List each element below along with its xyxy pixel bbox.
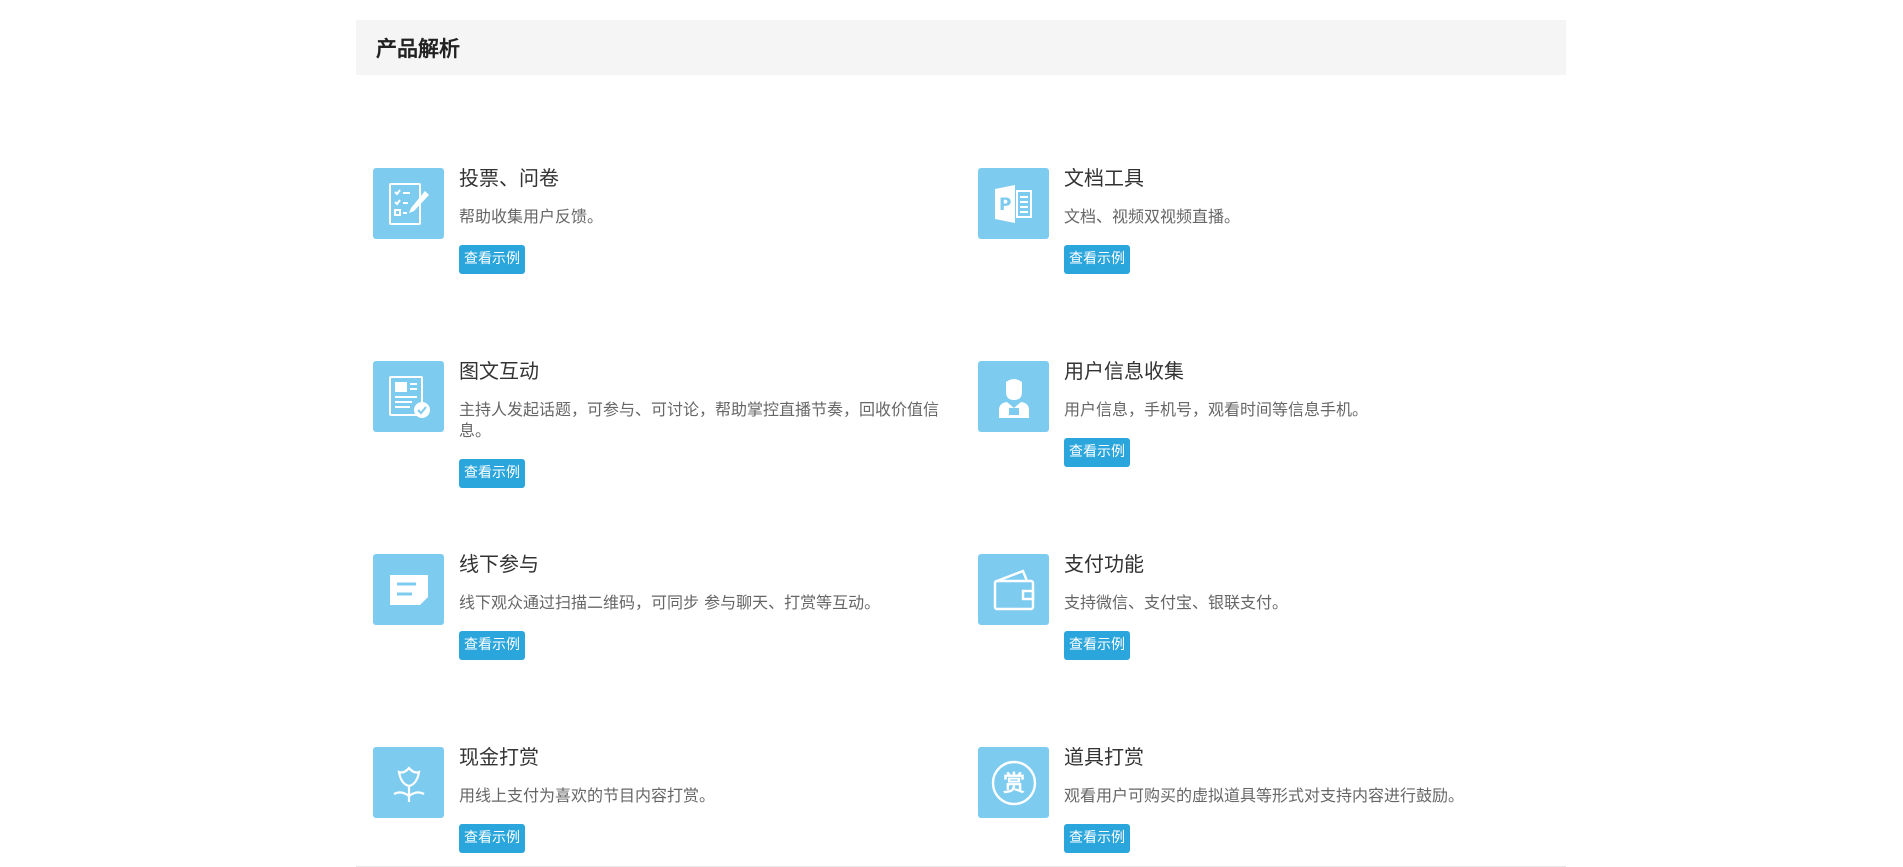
view-example-button[interactable]: 查看示例: [459, 824, 525, 853]
section-title: 产品解析: [376, 36, 460, 61]
feature-desc: 观看用户可购买的虚拟道具等形式对支持内容进行鼓励。: [1064, 786, 1465, 805]
feature-desc: 帮助收集用户反馈。: [459, 207, 604, 226]
feature-desc: 用户信息，手机号，观看时间等信息手机。: [1064, 400, 1369, 419]
document-icon: P: [978, 168, 1049, 239]
view-example-button[interactable]: 查看示例: [1064, 824, 1130, 853]
svg-text:赏: 赏: [1002, 772, 1024, 797]
flower-icon: [373, 747, 444, 818]
feature-desc: 主持人发起话题，可参与、可讨论，帮助掌控直播节奏，回收价值信息。: [459, 400, 940, 440]
svg-text:P: P: [999, 195, 1011, 215]
feature-desc: 用线上支付为喜欢的节目内容打赏。: [459, 786, 716, 805]
feature-desc: 线下观众通过扫描二维码，可同步 参与聊天、打赏等互动。: [459, 593, 881, 612]
feature-title: 线下参与: [459, 552, 539, 576]
feature-title: 文档工具: [1064, 166, 1144, 190]
section-header: 产品解析: [356, 20, 1566, 75]
feature-title: 用户信息收集: [1064, 359, 1184, 383]
feature-title: 支付功能: [1064, 552, 1144, 576]
image-text-icon: [373, 361, 444, 432]
survey-icon: [373, 168, 444, 239]
view-example-button[interactable]: 查看示例: [459, 459, 525, 488]
product-section: 产品解析 投票、问卷 帮助收集用户反馈。 查看示例 P 文档工具 文档、视频双视…: [356, 20, 1566, 855]
feature-title: 投票、问卷: [459, 166, 559, 190]
feature-title: 图文互动: [459, 359, 539, 383]
reward-icon: 赏: [978, 747, 1049, 818]
ticket-icon: [373, 554, 444, 625]
user-icon: [978, 361, 1049, 432]
feature-desc: 支持微信、支付宝、银联支付。: [1064, 593, 1289, 612]
feature-title: 现金打赏: [459, 745, 539, 769]
feature-desc: 文档、视频双视频直播。: [1064, 207, 1241, 226]
view-example-button[interactable]: 查看示例: [459, 631, 525, 660]
feature-grid: 投票、问卷 帮助收集用户反馈。 查看示例 P 文档工具 文档、视频双视频直播。 …: [356, 75, 1566, 855]
feature-title: 道具打赏: [1064, 745, 1144, 769]
view-example-button[interactable]: 查看示例: [1064, 438, 1130, 467]
wallet-icon: [978, 554, 1049, 625]
view-example-button[interactable]: 查看示例: [1064, 631, 1130, 660]
view-example-button[interactable]: 查看示例: [459, 245, 525, 274]
view-example-button[interactable]: 查看示例: [1064, 245, 1130, 274]
